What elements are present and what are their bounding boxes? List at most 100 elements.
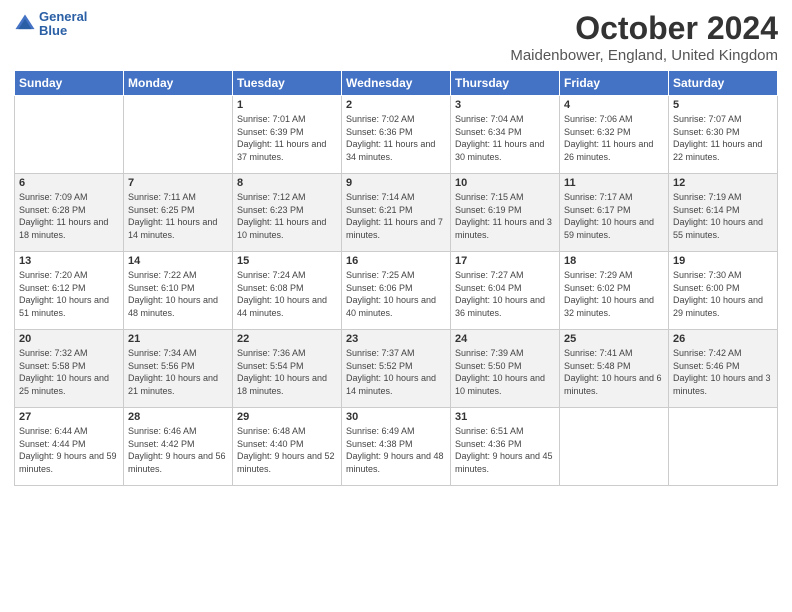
day-cell: 21Sunrise: 7:34 AM Sunset: 5:56 PM Dayli… [124, 330, 233, 408]
day-number: 18 [564, 255, 664, 267]
header-cell-friday: Friday [560, 71, 669, 96]
day-number: 8 [237, 177, 337, 189]
week-row-3: 13 Sunrise: 7:20 AM Sunset: 6:12 PM Dayli… [15, 252, 778, 330]
day-info: Sunrise: 7:37 AM Sunset: 5:52 PM Dayligh… [346, 347, 446, 397]
day-cell: 4Sunrise: 7:06 AM Sunset: 6:32 PM Daylig… [560, 96, 669, 174]
day-info: Sunrise: 7:24 AM Sunset: 6:08 PM Dayligh… [237, 269, 337, 319]
day-cell [15, 96, 124, 174]
day-number: 9 [346, 177, 446, 189]
day-info: Sunrise: 7:14 AM Sunset: 6:21 PM Dayligh… [346, 191, 446, 241]
day-cell: 20Sunrise: 7:32 AM Sunset: 5:58 PM Dayli… [15, 330, 124, 408]
day-info: Sunrise: 6:51 AM Sunset: 4:36 PM Dayligh… [455, 425, 555, 475]
week-row-4: 20Sunrise: 7:32 AM Sunset: 5:58 PM Dayli… [15, 330, 778, 408]
day-cell: 13 Sunrise: 7:20 AM Sunset: 6:12 PM Dayli… [15, 252, 124, 330]
logo-icon [14, 13, 36, 35]
day-info: Sunrise: 7:04 AM Sunset: 6:34 PM Dayligh… [455, 113, 555, 163]
week-row-5: 27 Sunrise: 6:44 AM Sunset: 4:44 PM Dayli… [15, 408, 778, 486]
day-cell: 5Sunrise: 7:07 AM Sunset: 6:30 PM Daylig… [669, 96, 778, 174]
day-cell: 30 Sunrise: 6:49 AM Sunset: 4:38 PM Dayli… [342, 408, 451, 486]
day-cell: 3Sunrise: 7:04 AM Sunset: 6:34 PM Daylig… [451, 96, 560, 174]
day-cell: 17 Sunrise: 7:27 AM Sunset: 6:04 PM Dayli… [451, 252, 560, 330]
day-number: 27 [19, 411, 119, 423]
day-info: Sunrise: 7:36 AM Sunset: 5:54 PM Dayligh… [237, 347, 337, 397]
day-info: Sunrise: 7:41 AM Sunset: 5:48 PM Dayligh… [564, 347, 664, 397]
day-cell: 18 Sunrise: 7:29 AM Sunset: 6:02 PM Dayli… [560, 252, 669, 330]
day-number: 12 [673, 177, 773, 189]
day-info: Sunrise: 6:46 AM Sunset: 4:42 PM Dayligh… [128, 425, 228, 475]
day-number: 31 [455, 411, 555, 423]
day-number: 30 [346, 411, 446, 423]
day-number: 14 [128, 255, 228, 267]
day-number: 2 [346, 99, 446, 111]
day-info: Sunrise: 6:48 AM Sunset: 4:40 PM Dayligh… [237, 425, 337, 475]
day-info: Sunrise: 7:34 AM Sunset: 5:56 PM Dayligh… [128, 347, 228, 397]
day-number: 17 [455, 255, 555, 267]
logo-text: General Blue [39, 10, 87, 39]
day-cell: 6 Sunrise: 7:09 AM Sunset: 6:28 PM Daylig… [15, 174, 124, 252]
title-block: October 2024 Maidenbower, England, Unite… [510, 10, 778, 64]
day-info: Sunrise: 7:15 AM Sunset: 6:19 PM Dayligh… [455, 191, 555, 241]
day-cell: 7 Sunrise: 7:11 AM Sunset: 6:25 PM Daylig… [124, 174, 233, 252]
day-number: 23 [346, 333, 446, 345]
day-cell [124, 96, 233, 174]
day-cell: 31 Sunrise: 6:51 AM Sunset: 4:36 PM Dayli… [451, 408, 560, 486]
day-cell: 26Sunrise: 7:42 AM Sunset: 5:46 PM Dayli… [669, 330, 778, 408]
day-info: Sunrise: 7:22 AM Sunset: 6:10 PM Dayligh… [128, 269, 228, 319]
header-cell-monday: Monday [124, 71, 233, 96]
week-row-1: 1 Sunrise: 7:01 AM Sunset: 6:39 PM Daylig… [15, 96, 778, 174]
day-info: Sunrise: 7:39 AM Sunset: 5:50 PM Dayligh… [455, 347, 555, 397]
day-info: Sunrise: 7:27 AM Sunset: 6:04 PM Dayligh… [455, 269, 555, 319]
day-info: Sunrise: 7:20 AM Sunset: 6:12 PM Dayligh… [19, 269, 119, 319]
day-cell: 23 Sunrise: 7:37 AM Sunset: 5:52 PM Dayli… [342, 330, 451, 408]
day-info: Sunrise: 7:07 AM Sunset: 6:30 PM Dayligh… [673, 113, 773, 163]
day-cell: 10 Sunrise: 7:15 AM Sunset: 6:19 PM Dayli… [451, 174, 560, 252]
day-cell: 15 Sunrise: 7:24 AM Sunset: 6:08 PM Dayli… [233, 252, 342, 330]
day-cell: 28 Sunrise: 6:46 AM Sunset: 4:42 PM Dayli… [124, 408, 233, 486]
day-info: Sunrise: 7:01 AM Sunset: 6:39 PM Dayligh… [237, 113, 337, 163]
day-cell: 19 Sunrise: 7:30 AM Sunset: 6:00 PM Dayli… [669, 252, 778, 330]
day-number: 26 [673, 333, 773, 345]
day-cell: 9 Sunrise: 7:14 AM Sunset: 6:21 PM Daylig… [342, 174, 451, 252]
day-info: Sunrise: 7:32 AM Sunset: 5:58 PM Dayligh… [19, 347, 119, 397]
day-info: Sunrise: 7:02 AM Sunset: 6:36 PM Dayligh… [346, 113, 446, 163]
page: General Blue October 2024 Maidenbower, E… [0, 0, 792, 612]
day-cell: 2 Sunrise: 7:02 AM Sunset: 6:36 PM Daylig… [342, 96, 451, 174]
day-number: 10 [455, 177, 555, 189]
logo-line2: Blue [39, 24, 87, 38]
day-info: Sunrise: 7:17 AM Sunset: 6:17 PM Dayligh… [564, 191, 664, 241]
main-title: October 2024 [510, 10, 778, 47]
day-info: Sunrise: 7:19 AM Sunset: 6:14 PM Dayligh… [673, 191, 773, 241]
header-cell-wednesday: Wednesday [342, 71, 451, 96]
day-info: Sunrise: 6:49 AM Sunset: 4:38 PM Dayligh… [346, 425, 446, 475]
header-cell-thursday: Thursday [451, 71, 560, 96]
day-number: 28 [128, 411, 228, 423]
day-number: 29 [237, 411, 337, 423]
week-row-2: 6 Sunrise: 7:09 AM Sunset: 6:28 PM Daylig… [15, 174, 778, 252]
day-info: Sunrise: 7:30 AM Sunset: 6:00 PM Dayligh… [673, 269, 773, 319]
day-info: Sunrise: 7:29 AM Sunset: 6:02 PM Dayligh… [564, 269, 664, 319]
subtitle: Maidenbower, England, United Kingdom [510, 47, 778, 64]
day-info: Sunrise: 7:11 AM Sunset: 6:25 PM Dayligh… [128, 191, 228, 241]
header-row: SundayMondayTuesdayWednesdayThursdayFrid… [15, 71, 778, 96]
day-number: 7 [128, 177, 228, 189]
day-info: Sunrise: 7:09 AM Sunset: 6:28 PM Dayligh… [19, 191, 119, 241]
day-number: 15 [237, 255, 337, 267]
day-cell: 25Sunrise: 7:41 AM Sunset: 5:48 PM Dayli… [560, 330, 669, 408]
day-number: 4 [564, 99, 664, 111]
day-number: 1 [237, 99, 337, 111]
day-number: 19 [673, 255, 773, 267]
header-cell-saturday: Saturday [669, 71, 778, 96]
day-cell: 27 Sunrise: 6:44 AM Sunset: 4:44 PM Dayli… [15, 408, 124, 486]
day-cell: 29 Sunrise: 6:48 AM Sunset: 4:40 PM Dayli… [233, 408, 342, 486]
day-number: 6 [19, 177, 119, 189]
header-cell-sunday: Sunday [15, 71, 124, 96]
day-cell: 1 Sunrise: 7:01 AM Sunset: 6:39 PM Daylig… [233, 96, 342, 174]
day-info: Sunrise: 7:25 AM Sunset: 6:06 PM Dayligh… [346, 269, 446, 319]
day-number: 24 [455, 333, 555, 345]
header: General Blue October 2024 Maidenbower, E… [14, 10, 778, 64]
day-number: 13 [19, 255, 119, 267]
day-cell: 11Sunrise: 7:17 AM Sunset: 6:17 PM Dayli… [560, 174, 669, 252]
logo-line1: General [39, 10, 87, 24]
day-cell: 22Sunrise: 7:36 AM Sunset: 5:54 PM Dayli… [233, 330, 342, 408]
day-info: Sunrise: 6:44 AM Sunset: 4:44 PM Dayligh… [19, 425, 119, 475]
